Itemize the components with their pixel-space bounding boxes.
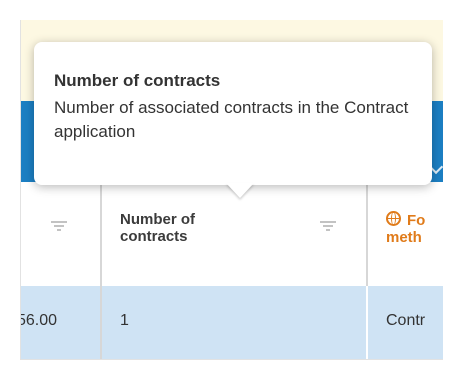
filter-icon[interactable] [51,221,67,231]
globe-icon [386,211,401,226]
filter-icon[interactable] [320,221,336,231]
column-header-number-of-contracts[interactable]: Number of contracts [120,211,220,245]
screenshot-frame: Number of contracts Fo meth 56.00 1 Cont… [0,0,451,389]
table-row[interactable]: 56.00 1 Contr [21,286,443,359]
contracts-count-cell: 1 [120,312,129,329]
contract-link-cell[interactable]: Contr [386,312,425,330]
column-divider [100,286,102,359]
column-divider [366,286,368,359]
tooltip-body: Number of associated contracts in the Co… [54,98,409,141]
tooltip-title: Number of contracts [54,71,221,90]
column-divider[interactable] [100,182,102,286]
tooltip-arrow [226,183,254,198]
column-tooltip: Number of contracts Number of associated… [34,42,432,185]
amount-cell: 56.00 [20,312,58,329]
column-header-form-method[interactable]: Fo meth [386,211,425,246]
